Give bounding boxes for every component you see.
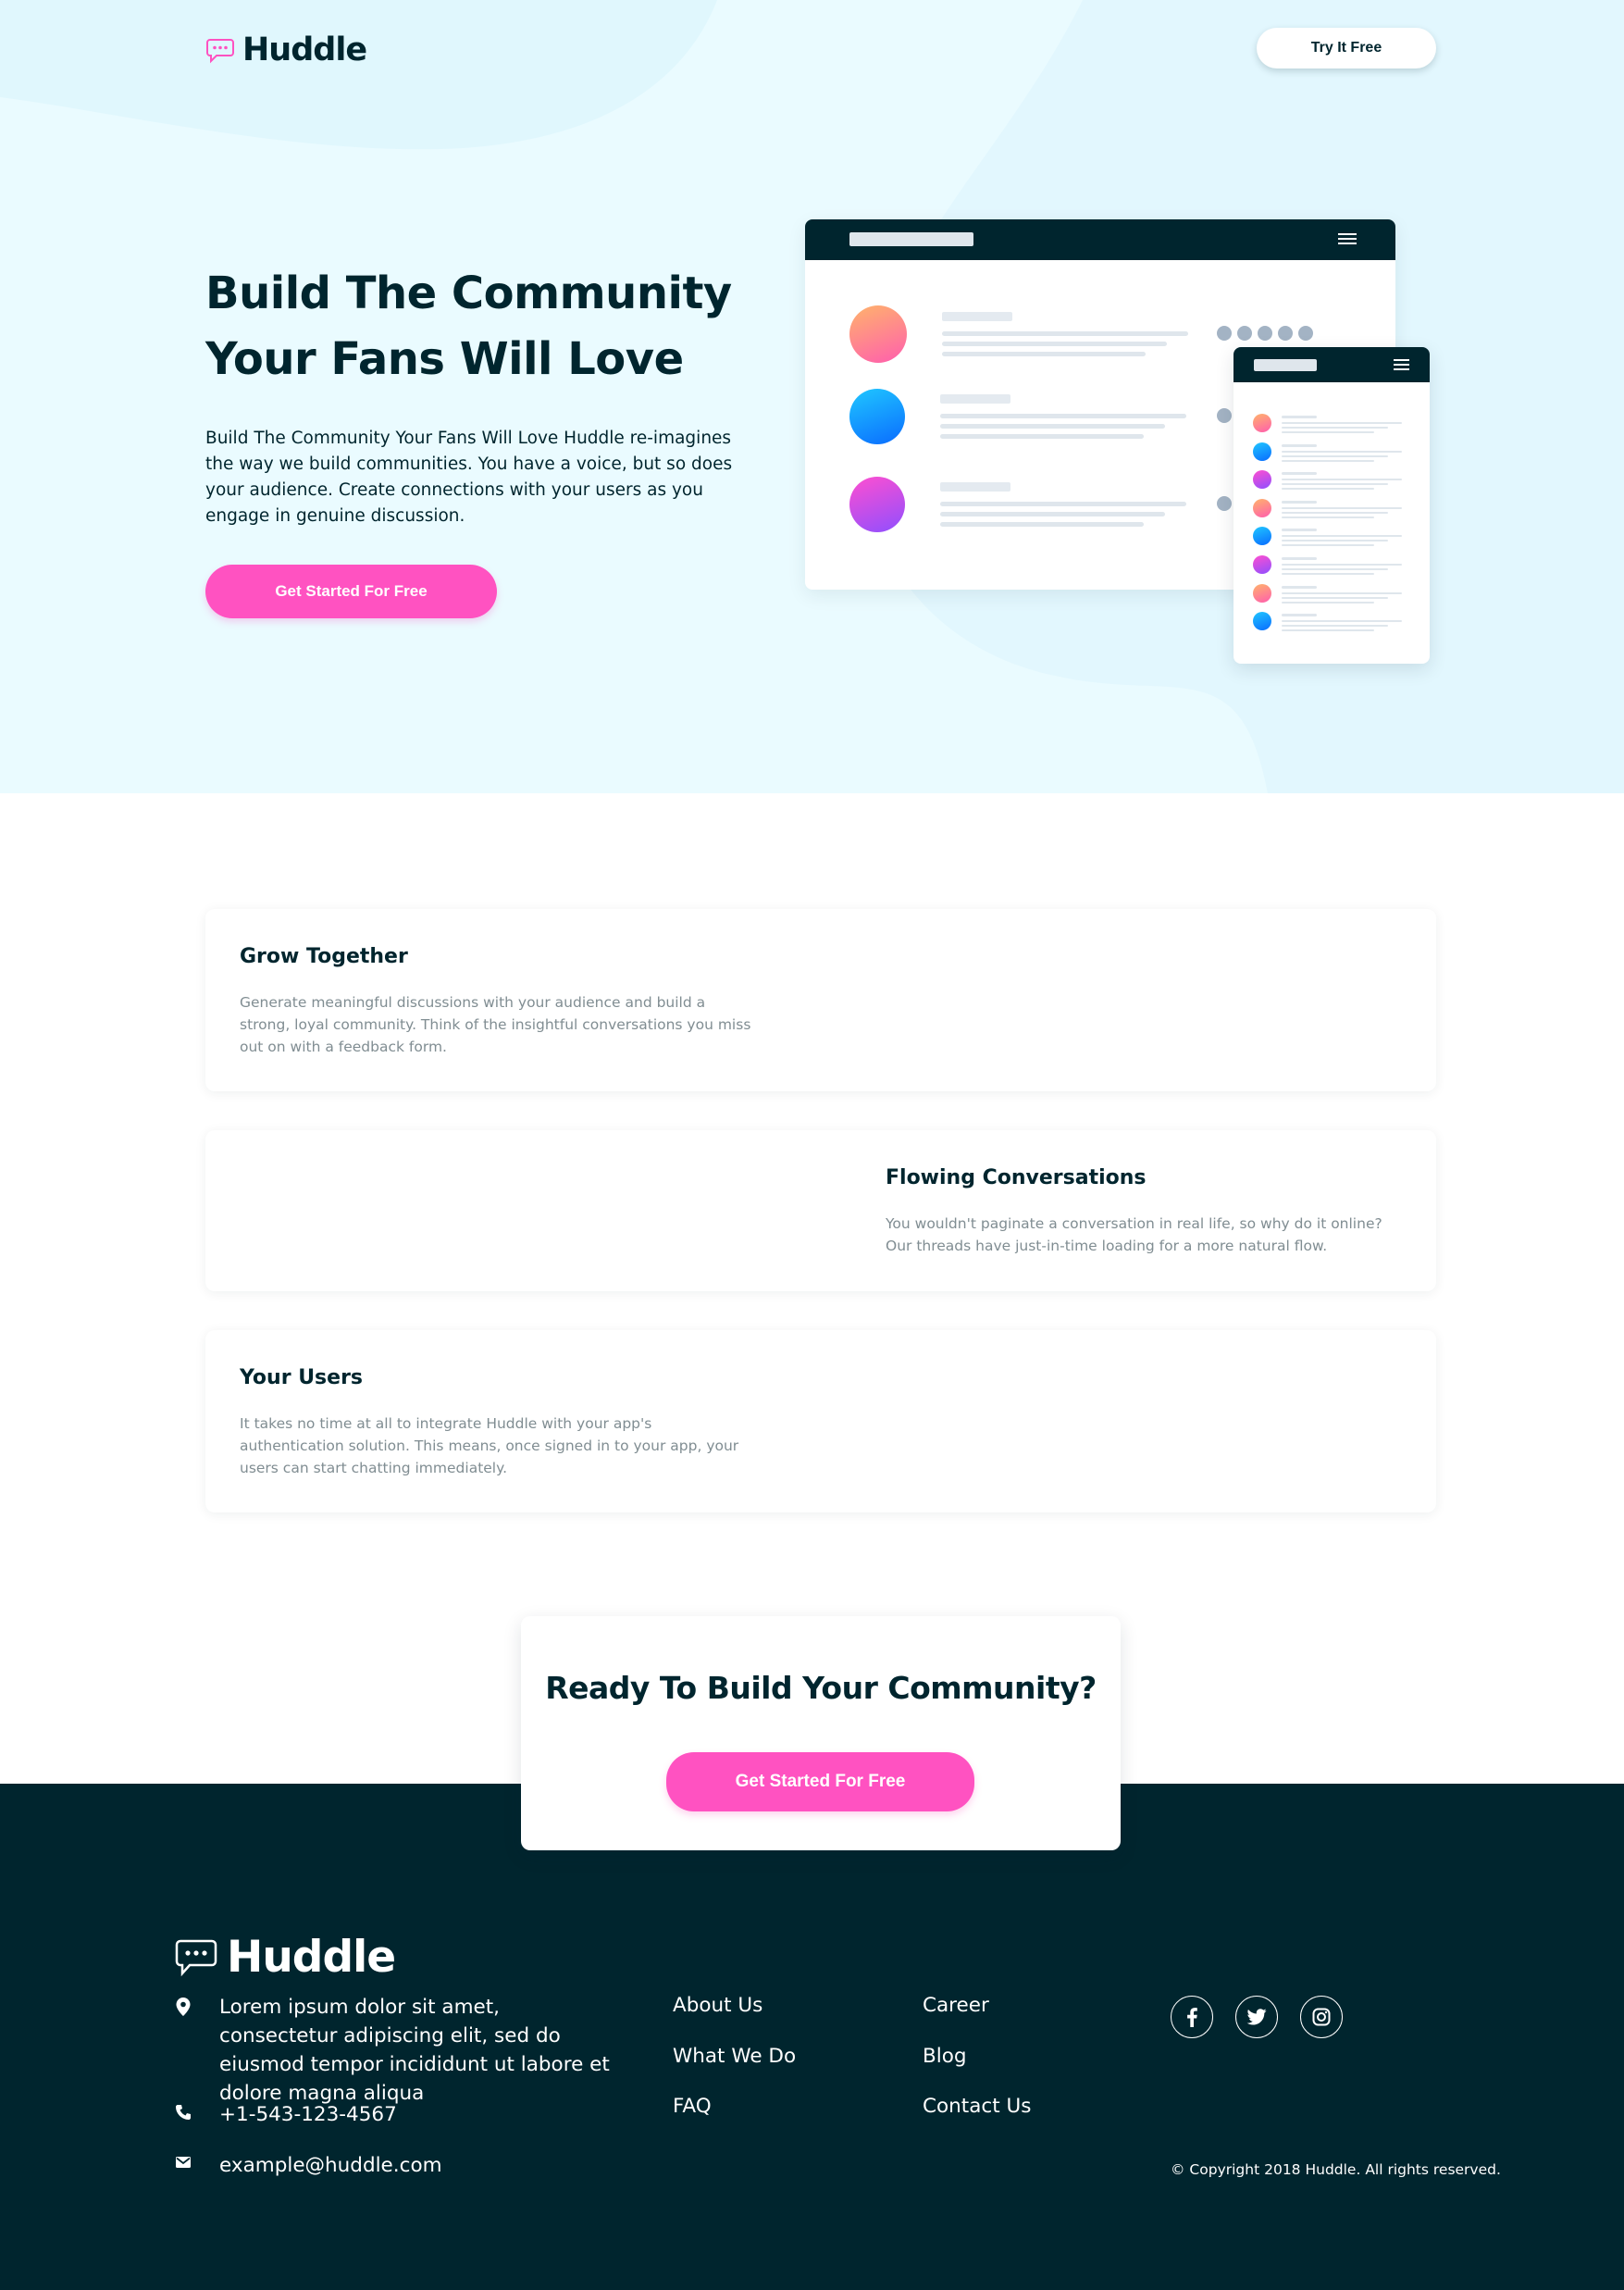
feature-text: Generate meaningful discussions with you…	[240, 994, 751, 1055]
location-pin-icon	[175, 1993, 195, 2108]
feature-card-flowing-conversations: Flowing Conversations You wouldn't pagin…	[205, 1130, 1436, 1291]
feature-title: Flowing Conversations	[886, 1166, 1147, 1189]
chat-bubble-icon	[175, 1939, 217, 1976]
footer-link-about-us[interactable]: About Us	[673, 1994, 762, 2017]
copyright-text: © Copyright 2018 Huddle. All rights rese…	[1171, 2161, 1501, 2178]
mockup-titlebar	[805, 219, 1395, 260]
address-text: Lorem ipsum dolor sit amet, consectetur …	[219, 1996, 610, 2105]
site-footer: Huddle Lorem ipsum dolor sit amet, conse…	[0, 1784, 1624, 2290]
footer-phone: +1-543-123-4567	[175, 2100, 397, 2129]
footer-link-career[interactable]: Career	[923, 1994, 989, 2017]
instagram-icon[interactable]	[1300, 1996, 1343, 2038]
feature-text: You wouldn't paginate a conversation in …	[886, 1215, 1382, 1254]
menu-icon	[1394, 359, 1409, 372]
avatar	[849, 477, 905, 532]
footer-link-what-we-do[interactable]: What We Do	[673, 2045, 796, 2068]
hero-description: Build The Community Your Fans Will Love …	[205, 429, 733, 526]
cta-title: Ready To Build Your Community?	[545, 1670, 1097, 1706]
hero-section: Huddle Try It Free Build The Community Y…	[0, 0, 1624, 793]
footer-link-faq[interactable]: FAQ	[673, 2095, 712, 2118]
facebook-icon[interactable]	[1171, 1996, 1213, 2038]
footer-link-blog[interactable]: Blog	[923, 2045, 967, 2068]
feature-card-grow-together: Grow Together Generate meaningful discus…	[205, 909, 1436, 1091]
feature-text: It takes no time at all to integrate Hud…	[240, 1415, 739, 1476]
get-started-button[interactable]: Get Started For Free	[666, 1752, 974, 1811]
feature-card-your-users: Your Users It takes no time at all to in…	[205, 1330, 1436, 1512]
try-it-free-button[interactable]: Try It Free	[1257, 28, 1436, 68]
footer-email: example@huddle.com	[175, 2151, 442, 2180]
twitter-icon[interactable]	[1235, 1996, 1278, 2038]
get-started-button[interactable]: Get Started For Free	[205, 565, 497, 618]
app-mockup-mobile	[1233, 347, 1430, 664]
avatar	[849, 305, 907, 363]
footer-logo[interactable]: Huddle	[175, 1932, 396, 1983]
menu-icon	[1338, 233, 1357, 246]
mockup-titlebar	[1233, 347, 1430, 382]
phone-text[interactable]: +1-543-123-4567	[219, 2100, 397, 2129]
footer-address: Lorem ipsum dolor sit amet, consectetur …	[175, 1993, 617, 2108]
email-text[interactable]: example@huddle.com	[219, 2151, 442, 2180]
hero-title: Build The Community Your Fans Will Love	[205, 268, 732, 385]
avatar	[849, 389, 905, 444]
site-header: Huddle Try It Free	[205, 26, 1436, 74]
cta-section: Ready To Build Your Community? Get Start…	[521, 1616, 1121, 1850]
chat-bubble-icon	[206, 39, 234, 64]
logo[interactable]: Huddle	[205, 31, 367, 68]
feature-title: Your Users	[240, 1366, 364, 1389]
feature-title: Grow Together	[240, 945, 408, 968]
footer-link-contact-us[interactable]: Contact Us	[923, 2095, 1031, 2118]
logo-text: Huddle	[242, 31, 367, 68]
email-icon	[175, 2151, 195, 2180]
phone-icon	[175, 2100, 195, 2129]
logo-text: Huddle	[227, 1932, 396, 1983]
